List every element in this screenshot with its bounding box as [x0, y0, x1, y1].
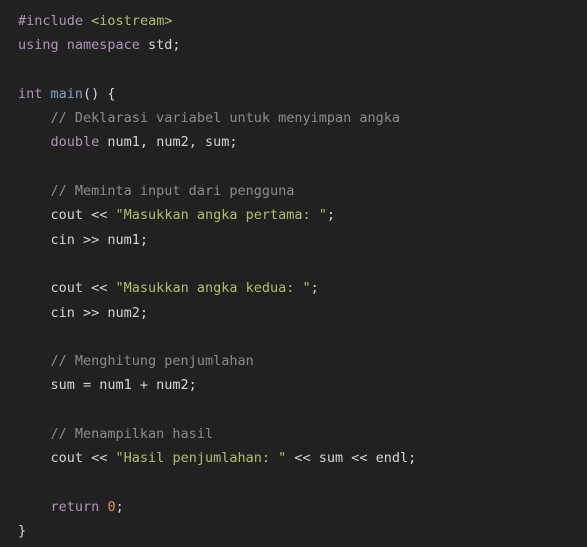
code-line: // Menghitung penjumlahan	[18, 349, 587, 373]
code-line: using namespace std;	[18, 33, 587, 57]
code-token-plain: ;	[326, 207, 336, 224]
code-viewer[interactable]: #include <iostream> using namespace std; …	[0, 0, 587, 547]
code-line: cin >> num1;	[18, 228, 587, 252]
code-token-str: "Hasil penjumlahan: "	[115, 450, 287, 467]
code-token-punct: () {	[83, 85, 116, 102]
code-token-kw: int	[18, 85, 43, 102]
code-token-cmt: // Menampilkan hasil	[50, 426, 214, 443]
code-line: return 0;	[18, 495, 587, 519]
code-token-str: "Masukkan angka pertama: "	[115, 207, 327, 224]
code-token-kw: using namespace	[18, 37, 140, 54]
code-token-plain: ;	[115, 498, 124, 515]
code-line: // Menampilkan hasil	[18, 422, 587, 446]
code-token-plain: cout <<	[50, 450, 116, 467]
code-line: sum = num1 + num2;	[18, 373, 587, 397]
code-token-plain: cin >> num1;	[50, 231, 149, 248]
code-token-hdr: <iostream>	[91, 13, 173, 29]
code-line: cout << "Masukkan angka pertama: ";	[18, 203, 587, 227]
code-token-plain: std;	[139, 37, 181, 54]
code-line: int main() {	[18, 82, 587, 106]
code-token-plain: cout <<	[50, 280, 116, 297]
code-line: cout << "Hasil penjumlahan: " << sum << …	[18, 446, 587, 470]
code-token-plain: sum = num1 + num2;	[50, 377, 197, 394]
code-line: // Deklarasi variabel untuk menyimpan an…	[18, 106, 587, 130]
code-token-plain: num1, num2, sum;	[99, 134, 238, 151]
code-token-plain: ;	[310, 280, 319, 297]
code-line: // Meminta input dari pengguna	[18, 179, 587, 203]
code-token-kw: double	[50, 134, 100, 151]
code-token-cmt: // Menghitung penjumlahan	[50, 353, 254, 370]
code-token-punct: }	[18, 523, 27, 540]
code-line: }	[18, 519, 587, 543]
code-token-kw: return	[50, 498, 100, 515]
code-line: double num1, num2, sum;	[18, 130, 587, 154]
code-line: cin >> num2;	[18, 301, 587, 325]
code-block[interactable]: #include <iostream> using namespace std; …	[18, 9, 587, 544]
code-token-fn: main	[50, 85, 84, 102]
code-token-str: "Masukkan angka kedua: "	[115, 280, 311, 297]
code-token-plain: << sum << endl;	[286, 450, 417, 467]
code-token-kw: #include	[18, 13, 84, 29]
code-token-plain: cin >> num2;	[50, 304, 149, 321]
code-line: cout << "Masukkan angka kedua: ";	[18, 276, 587, 300]
code-token-cmt: // Meminta input dari pengguna	[50, 183, 295, 200]
code-token-num: 0	[107, 498, 116, 515]
code-token-plain: cout <<	[50, 207, 116, 224]
code-line: #include <iostream>	[18, 9, 587, 33]
code-token-cmt: // Deklarasi variabel untuk menyimpan an…	[50, 110, 401, 127]
